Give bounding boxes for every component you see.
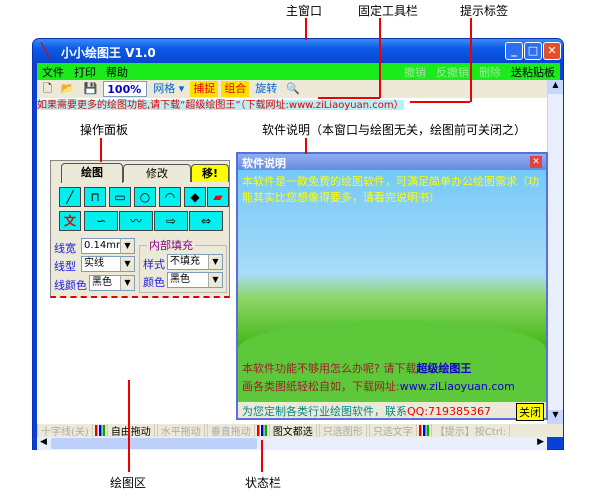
menu-redo[interactable]: 反撤销 (431, 64, 474, 80)
minimize-button[interactable]: _ (505, 42, 523, 60)
status-crosshair[interactable]: 十字线(关) (37, 424, 93, 437)
status-bar: 十字线(关) 自由拖动 水平拖动 垂直拖动 图文都选 只选图形 只选文字 【提示… (37, 424, 563, 437)
menu-copy-clipboard[interactable]: 送粘贴板 (506, 64, 560, 80)
annotation-hint-label: 提示标签 (460, 4, 509, 18)
scroll-right-icon[interactable]: ▶ (537, 437, 544, 447)
rotate-button[interactable]: 旋转 (252, 81, 280, 97)
software-note-window: 软件说明 ✕ 本软件是一款免费的绘图软件，可满足简单办公绘图需求（功能其实比您想… (236, 152, 548, 421)
close-button[interactable]: ✕ (543, 42, 561, 60)
menu-file[interactable]: 文件 (37, 64, 69, 80)
title-bar: ╲ 小小绘图王 V1.0 _ □ ✕ (33, 39, 563, 63)
status-select-text[interactable]: 只选文字 (368, 424, 417, 437)
rectangle-tool[interactable]: ▭ (109, 187, 131, 207)
annotation-arrow (305, 138, 307, 154)
menu-delete[interactable]: 删除 (474, 64, 506, 80)
note-close-button[interactable]: 关闭 (516, 403, 544, 421)
status-tip: 【提示】按Ctrl: (430, 424, 510, 437)
tab-draw[interactable]: 绘图 (61, 163, 123, 183)
tab-modify[interactable]: 修改 (123, 164, 191, 182)
annotation-arrow (318, 97, 380, 99)
note-title-bar: 软件说明 ✕ (238, 154, 546, 170)
tab-move[interactable]: 移! (191, 164, 229, 182)
maximize-button[interactable]: □ (524, 42, 542, 60)
color-bars-icon (418, 425, 429, 436)
operation-panel: 绘图 修改 移! ╱ ⊓ ▭ ○ ◠ ◆ ▰ 文 ∽ 〰 ⇨ ⇔ 线宽 0.14… (50, 160, 230, 298)
grid-dropdown[interactable]: 网格 ▾ (150, 81, 187, 97)
line-type-label: 线型 (54, 260, 76, 273)
save-icon[interactable]: 💾 (81, 81, 101, 97)
zoom-select[interactable]: 100% ▾ (103, 81, 148, 112)
annotation-arrow (410, 101, 470, 103)
vertical-scrollbar[interactable]: ▲ ▼ (547, 80, 563, 424)
landscape-image: 本软件是一款免费的绘图软件，可满足简单办公绘图需求（功能其实比您想像得要多，请看… (238, 170, 546, 402)
circle-tool[interactable]: ○ (134, 187, 156, 207)
scroll-thumb[interactable] (51, 438, 257, 449)
annotation-arrow (305, 18, 307, 40)
status-select-all[interactable]: 图文都选 (268, 424, 317, 437)
arrow-tool[interactable]: ⇨ (154, 211, 188, 231)
note-footer: 为您定制各类行业绘图软件，联系QQ:719385367 关闭 (238, 402, 546, 421)
scroll-up-icon[interactable]: ▲ (548, 80, 563, 94)
fill-color-label: 颜色 (143, 276, 165, 289)
horizontal-scrollbar[interactable]: ◀ ▶ (37, 437, 547, 450)
annotation-software-note: 软件说明（本窗口与绘图无关，绘图前可关闭之） (262, 123, 527, 137)
line-width-label: 线宽 (54, 242, 76, 255)
pencil-icon: ╲ (41, 43, 50, 59)
fill-style-select[interactable]: 不填充 ▼ (167, 254, 223, 270)
annotation-status-bar: 状态栏 (245, 476, 282, 490)
line-type-select[interactable]: 实线 ▼ (81, 256, 135, 272)
menu-print[interactable]: 打印 (69, 64, 101, 80)
note-bottom-line2: 画各类图纸轻松自如，下载网址:www.ziLiaoyuan.com (242, 380, 515, 393)
curve-tool[interactable]: ∽ (84, 211, 118, 231)
line-color-select[interactable]: 黑色 ▼ (89, 275, 135, 291)
annotation-panel: 操作面板 (80, 123, 129, 137)
menu-undo[interactable]: 撤销 (399, 64, 431, 80)
color-bars-icon (94, 425, 105, 436)
annotation-arrow (261, 440, 263, 472)
annotation-arrow (100, 138, 102, 162)
download-link[interactable]: www.ziLiaoyuan.com (400, 380, 515, 393)
fill-style-label: 样式 (143, 258, 165, 271)
annotation-main-window: 主窗口 (286, 4, 323, 18)
snap-button[interactable]: 捕捉 (190, 81, 219, 97)
menu-help[interactable]: 帮助 (101, 64, 133, 80)
scroll-left-icon[interactable]: ◀ (40, 437, 47, 447)
window-title: 小小绘图王 V1.0 (61, 46, 156, 60)
status-free-drag[interactable]: 自由拖动 (106, 424, 155, 437)
annotation-arrow (128, 380, 130, 472)
eraser-tool[interactable]: ▰ (207, 187, 229, 207)
new-file-icon[interactable]: 🗋 (40, 81, 55, 97)
scroll-down-icon[interactable]: ▼ (548, 410, 563, 424)
wave-tool[interactable]: 〰 (119, 211, 153, 231)
fill-color-select[interactable]: 黑色 ▼ (167, 272, 223, 288)
polyline-tool[interactable]: ⊓ (84, 187, 106, 207)
note-bottom-line1: 本软件功能不够用怎么办呢? 请下载超级绘图王 (242, 362, 472, 375)
double-arrow-tool[interactable]: ⇔ (189, 211, 223, 231)
annotation-draw-area: 绘图区 (110, 476, 147, 490)
group-button[interactable]: 组合 (221, 81, 250, 97)
note-close-icon[interactable]: ✕ (530, 156, 542, 168)
open-folder-icon[interactable]: 📂 (58, 81, 78, 97)
print-preview-icon[interactable]: 🔍 (283, 81, 303, 97)
status-vertical-drag[interactable]: 垂直拖动 (206, 424, 255, 437)
annotation-arrow (470, 18, 472, 102)
status-horizontal-drag[interactable]: 水平拖动 (156, 424, 205, 437)
status-select-shapes[interactable]: 只选图形 (318, 424, 367, 437)
line-width-select[interactable]: 0.14mm ▼ (81, 238, 135, 254)
line-color-label: 线颜色 (54, 279, 87, 292)
line-tool[interactable]: ╱ (59, 187, 81, 207)
note-intro-text: 本软件是一款免费的绘图软件，可满足简单办公绘图需求（功能其实比您想像得要多，请看… (242, 175, 539, 204)
fill-bucket-tool[interactable]: ◆ (184, 187, 206, 207)
annotation-fixed-toolbar: 固定工具栏 (358, 4, 419, 18)
arc-tool[interactable]: ◠ (159, 187, 181, 207)
annotation-arrow (379, 18, 381, 98)
menu-bar: 文件 打印 帮助 撤销 反撤销 删除 送粘贴板 (37, 63, 560, 80)
color-bars-icon (256, 425, 267, 436)
fill-group-label: 内部填充 (147, 237, 195, 253)
text-tool[interactable]: 文 (59, 211, 81, 231)
